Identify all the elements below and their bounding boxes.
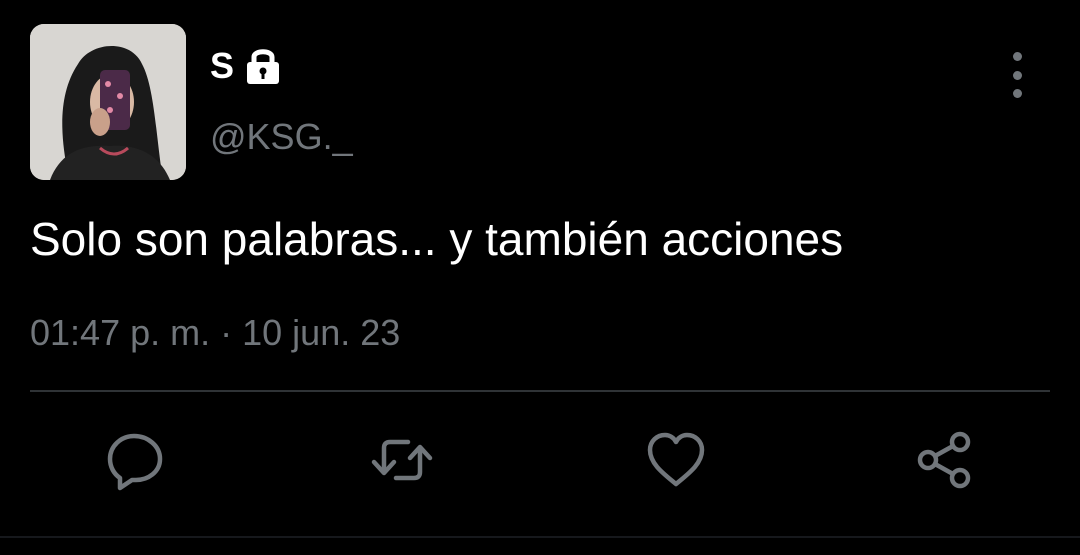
retweet-icon xyxy=(371,439,433,481)
more-vertical-icon xyxy=(1012,52,1022,61)
user-handle[interactable]: @KSG._ xyxy=(210,116,353,158)
tweet-text: Solo son palabras... y también acciones xyxy=(30,213,844,265)
retweet-button[interactable] xyxy=(370,428,434,492)
tweet-timestamp[interactable]: 01:47 p. m. · 10 jun. 23 xyxy=(30,312,400,354)
tweet-date: 10 jun. 23 xyxy=(242,312,401,353)
share-icon xyxy=(917,431,971,489)
display-name[interactable]: S xyxy=(210,46,234,86)
reply-icon xyxy=(107,433,163,491)
more-options-button[interactable] xyxy=(1000,52,1034,98)
like-icon xyxy=(647,432,705,487)
lock-icon xyxy=(247,49,280,84)
reply-button[interactable] xyxy=(104,428,168,492)
meta-separator: · xyxy=(220,312,233,353)
profile-photo xyxy=(30,24,186,180)
author-name-row[interactable]: S xyxy=(210,46,284,86)
share-button[interactable] xyxy=(912,428,976,492)
bottom-divider xyxy=(0,536,1080,538)
tweet-time: 01:47 p. m. xyxy=(30,312,211,353)
like-button[interactable] xyxy=(644,428,708,492)
action-bar xyxy=(0,428,1080,498)
avatar[interactable] xyxy=(30,24,186,180)
divider xyxy=(30,390,1050,392)
